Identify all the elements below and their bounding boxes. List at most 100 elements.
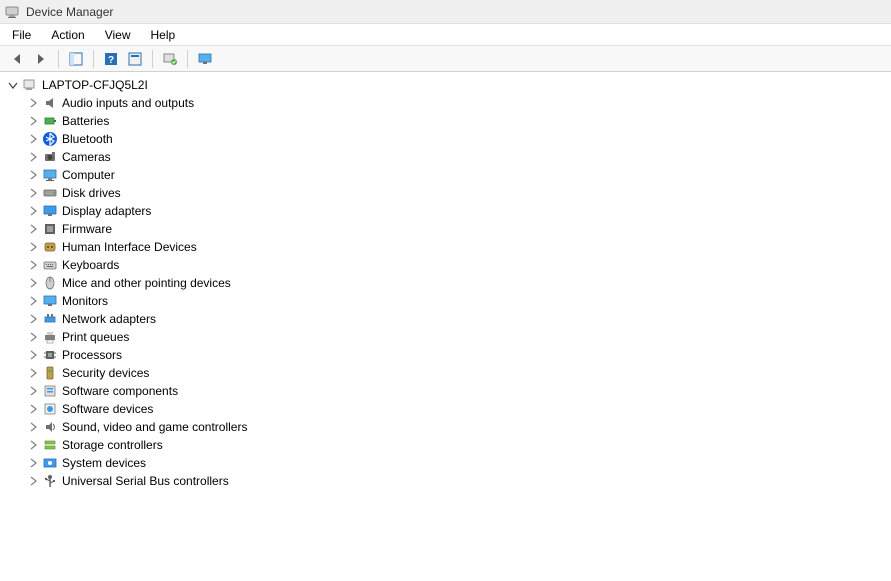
chevron-right-icon[interactable]: [26, 96, 40, 110]
tree-category-node[interactable]: Display adapters: [4, 202, 891, 220]
mouse-icon: [42, 275, 58, 291]
tree-category-node[interactable]: Universal Serial Bus controllers: [4, 472, 891, 490]
computer-icon: [42, 167, 58, 183]
devices-view-button[interactable]: [194, 48, 216, 70]
tree-category-node[interactable]: Keyboards: [4, 256, 891, 274]
network-icon: [42, 311, 58, 327]
category-label: Software devices: [62, 402, 153, 416]
chevron-right-icon[interactable]: [26, 348, 40, 362]
menu-file[interactable]: File: [2, 26, 41, 44]
chevron-right-icon[interactable]: [26, 402, 40, 416]
forward-button[interactable]: [30, 48, 52, 70]
tree-category-node[interactable]: Batteries: [4, 112, 891, 130]
tree-category-node[interactable]: Computer: [4, 166, 891, 184]
chevron-right-icon[interactable]: [26, 258, 40, 272]
disk-icon: [42, 185, 58, 201]
security-icon: [42, 365, 58, 381]
tree-category-node[interactable]: Audio inputs and outputs: [4, 94, 891, 112]
software-icon: [42, 383, 58, 399]
tree-category-node[interactable]: Processors: [4, 346, 891, 364]
category-label: Display adapters: [62, 204, 151, 218]
category-label: Human Interface Devices: [62, 240, 197, 254]
toolbar: [0, 46, 891, 72]
properties-button[interactable]: [124, 48, 146, 70]
tree-category-node[interactable]: System devices: [4, 454, 891, 472]
category-label: Mice and other pointing devices: [62, 276, 231, 290]
printer-icon: [42, 329, 58, 345]
chevron-right-icon[interactable]: [26, 474, 40, 488]
computer-root-icon: [22, 77, 38, 93]
tree-category-node[interactable]: Monitors: [4, 292, 891, 310]
cpu-icon: [42, 347, 58, 363]
menubar: File Action View Help: [0, 24, 891, 46]
category-label: Universal Serial Bus controllers: [62, 474, 229, 488]
toolbar-separator: [187, 50, 188, 68]
app-icon: [4, 4, 20, 20]
camera-icon: [42, 149, 58, 165]
chevron-right-icon[interactable]: [26, 168, 40, 182]
tree-root-node[interactable]: LAPTOP-CFJQ5L2I: [4, 76, 891, 94]
chevron-right-icon[interactable]: [26, 204, 40, 218]
tree-category-node[interactable]: Mice and other pointing devices: [4, 274, 891, 292]
tree-category-node[interactable]: Print queues: [4, 328, 891, 346]
category-label: Audio inputs and outputs: [62, 96, 194, 110]
tree-category-node[interactable]: Software components: [4, 382, 891, 400]
chevron-right-icon[interactable]: [26, 114, 40, 128]
chevron-right-icon[interactable]: [26, 150, 40, 164]
category-label: Batteries: [62, 114, 109, 128]
chevron-right-icon[interactable]: [26, 132, 40, 146]
tree-category-node[interactable]: Bluetooth: [4, 130, 891, 148]
category-label: Computer: [62, 168, 115, 182]
chevron-right-icon[interactable]: [26, 384, 40, 398]
chevron-right-icon[interactable]: [26, 438, 40, 452]
menu-help[interactable]: Help: [141, 26, 186, 44]
monitor-icon: [42, 293, 58, 309]
chevron-right-icon[interactable]: [26, 222, 40, 236]
show-hide-pane-button[interactable]: [65, 48, 87, 70]
sound-icon: [42, 419, 58, 435]
category-label: Sound, video and game controllers: [62, 420, 247, 434]
category-label: Firmware: [62, 222, 112, 236]
tree-category-node[interactable]: Firmware: [4, 220, 891, 238]
root-node-label: LAPTOP-CFJQ5L2I: [42, 78, 148, 92]
chevron-right-icon[interactable]: [26, 366, 40, 380]
keyboard-icon: [42, 257, 58, 273]
category-label: Processors: [62, 348, 122, 362]
category-label: Security devices: [62, 366, 149, 380]
menu-view[interactable]: View: [95, 26, 141, 44]
tree-category-node[interactable]: Software devices: [4, 400, 891, 418]
chevron-right-icon[interactable]: [26, 420, 40, 434]
category-label: Keyboards: [62, 258, 119, 272]
tree-content: LAPTOP-CFJQ5L2I Audio inputs and outputs…: [0, 72, 891, 581]
category-label: Cameras: [62, 150, 111, 164]
category-label: Print queues: [62, 330, 129, 344]
hid-icon: [42, 239, 58, 255]
chevron-right-icon[interactable]: [26, 330, 40, 344]
tree-category-node[interactable]: Network adapters: [4, 310, 891, 328]
display-icon: [42, 203, 58, 219]
system-icon: [42, 455, 58, 471]
help-button[interactable]: [100, 48, 122, 70]
tree-category-node[interactable]: Sound, video and game controllers: [4, 418, 891, 436]
back-button[interactable]: [6, 48, 28, 70]
category-label: Bluetooth: [62, 132, 113, 146]
toolbar-separator: [58, 50, 59, 68]
chevron-right-icon[interactable]: [26, 186, 40, 200]
tree-category-node[interactable]: Cameras: [4, 148, 891, 166]
tree-category-node[interactable]: Storage controllers: [4, 436, 891, 454]
category-label: Software components: [62, 384, 178, 398]
chevron-right-icon[interactable]: [26, 312, 40, 326]
chevron-right-icon[interactable]: [26, 456, 40, 470]
chevron-right-icon[interactable]: [26, 276, 40, 290]
usb-icon: [42, 473, 58, 489]
chevron-right-icon[interactable]: [26, 294, 40, 308]
tree-category-node[interactable]: Security devices: [4, 364, 891, 382]
menu-action[interactable]: Action: [41, 26, 94, 44]
chevron-down-icon[interactable]: [6, 78, 20, 92]
tree-category-node[interactable]: Disk drives: [4, 184, 891, 202]
speaker-icon: [42, 95, 58, 111]
chevron-right-icon[interactable]: [26, 240, 40, 254]
tree-category-node[interactable]: Human Interface Devices: [4, 238, 891, 256]
scan-hardware-button[interactable]: [159, 48, 181, 70]
softdev-icon: [42, 401, 58, 417]
